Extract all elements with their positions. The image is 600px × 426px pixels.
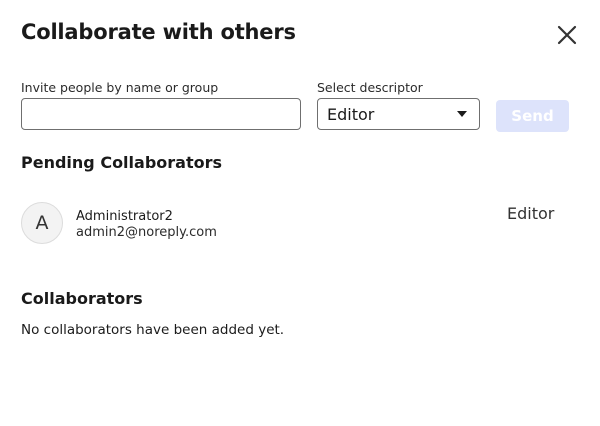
descriptor-label: Select descriptor [317, 80, 423, 95]
pending-collaborator-email: admin2@noreply.com [76, 225, 217, 240]
caret-down-icon [457, 111, 467, 117]
pending-collaborators-heading: Pending Collaborators [21, 153, 223, 172]
descriptor-select[interactable]: Editor [317, 98, 480, 130]
collaborate-dialog: Collaborate with others Invite people by… [0, 0, 600, 426]
invite-input[interactable] [21, 98, 301, 130]
pending-collaborator-role: Editor [507, 204, 555, 223]
close-icon [557, 25, 577, 45]
collaborators-heading: Collaborators [21, 289, 143, 308]
invite-label: Invite people by name or group [21, 80, 219, 95]
dialog-title: Collaborate with others [21, 20, 296, 44]
send-button[interactable]: Send [496, 100, 569, 132]
collaborators-empty-message: No collaborators have been added yet. [21, 322, 285, 338]
close-button[interactable] [554, 22, 580, 48]
pending-collaborator-name: Administrator2 [76, 209, 173, 224]
avatar: A [21, 202, 63, 244]
descriptor-selected-value: Editor [327, 105, 375, 124]
